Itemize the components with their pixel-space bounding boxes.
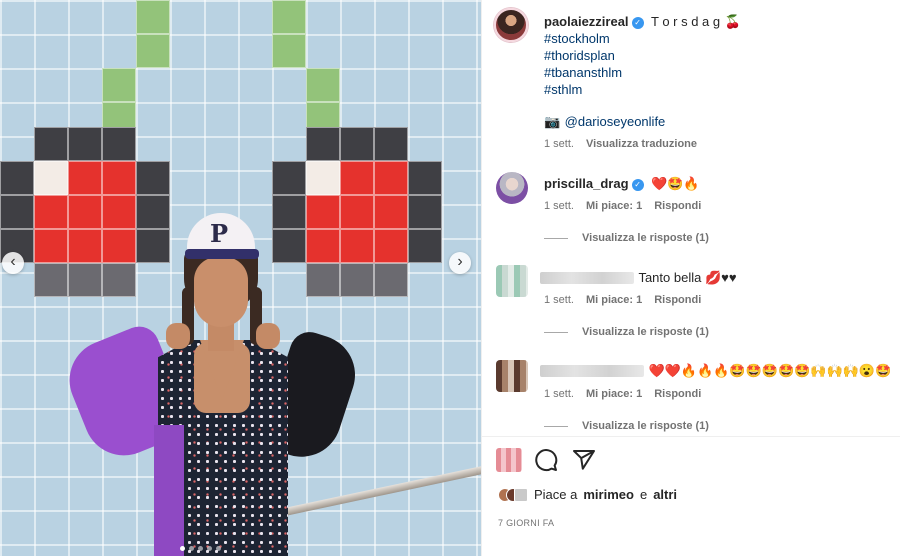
cherry-emoji: 🍒 <box>724 14 741 29</box>
post-date: 7 GIORNI FA <box>498 518 555 528</box>
comment-like-count[interactable]: Mi piace: 1 <box>586 200 642 212</box>
view-replies-button[interactable]: Visualizza le risposte (1) <box>544 420 709 432</box>
caption-meta: 1 sett. Visualizza traduzione <box>544 138 697 150</box>
hashtag-tbanansthlm[interactable]: #tbanansthlm <box>544 64 884 81</box>
carousel-dots <box>180 546 221 551</box>
credit-mention[interactable]: @darioseyeonlife <box>565 114 666 129</box>
likes-others[interactable]: altri <box>653 487 677 502</box>
comment-username[interactable]: priscilla_drag <box>544 176 629 191</box>
comment-text: Tanto bella 💋♥♥ <box>638 270 737 285</box>
post-photo[interactable]: P ‹ › <box>0 0 481 556</box>
comment-avatar[interactable] <box>496 172 528 204</box>
post-caption: paolaiezzireal ✓ T o r s d a g 🍒 #stockho… <box>544 14 884 130</box>
comment-icon[interactable] <box>534 448 558 472</box>
likes-prefix: Piace a <box>534 487 578 502</box>
comment-avatar[interactable] <box>496 265 528 297</box>
comment-body: Tanto bella 💋♥♥ <box>540 270 737 286</box>
comment-like-count[interactable]: Mi piace: 1 <box>586 294 642 306</box>
likes-conjunction: e <box>639 487 648 502</box>
liker-avatars <box>498 487 528 502</box>
hashtag-thoridsplan[interactable]: #thoridsplan <box>544 47 884 64</box>
comment-body: ❤️❤️🔥🔥🔥🤩🤩🤩🤩🤩🙌🙌🙌😮🤩 <box>540 363 891 379</box>
author-username[interactable]: paolaiezzireal <box>544 14 629 29</box>
verified-badge-icon: ✓ <box>631 179 644 191</box>
reply-button[interactable]: Rispondi <box>654 200 701 212</box>
cap-logo-letter: P <box>210 219 229 248</box>
next-arrow-icon[interactable]: › <box>449 252 471 274</box>
comment-meta: 1 sett. Mi piace: 1 Rispondi <box>544 294 701 306</box>
prev-arrow-icon[interactable]: ‹ <box>2 252 24 274</box>
liker-username[interactable]: mirimeo <box>583 487 634 502</box>
comment-time: 1 sett. <box>544 294 574 306</box>
blurred-username[interactable] <box>540 364 644 377</box>
comment-time: 1 sett. <box>544 388 574 400</box>
hashtag-stockholm[interactable]: #stockholm <box>544 30 884 47</box>
comment-text: ❤️❤️🔥🔥🔥🤩🤩🤩🤩🤩🙌🙌🙌😮🤩 <box>648 363 892 378</box>
view-replies-button[interactable]: Visualizza le risposte (1) <box>544 232 709 244</box>
view-replies-label: Visualizza le risposte (1) <box>582 326 709 338</box>
comments-panel: paolaiezzireal ✓ T o r s d a g 🍒 #stockho… <box>481 0 900 556</box>
view-replies-button[interactable]: Visualizza le risposte (1) <box>544 326 709 338</box>
comment-like-count[interactable]: Mi piace: 1 <box>586 388 642 400</box>
comment-text: ❤️🤩🔥 <box>651 176 700 191</box>
hashtag-sthlm[interactable]: #sthlm <box>544 81 884 98</box>
author-avatar[interactable] <box>494 8 528 42</box>
view-replies-label: Visualizza le risposte (1) <box>582 420 709 432</box>
woman-figure: P <box>57 205 370 556</box>
camera-emoji: 📷 <box>544 114 561 129</box>
reply-button[interactable]: Rispondi <box>654 388 701 400</box>
likes-summary[interactable]: Piace a mirimeo e altri <box>498 487 677 502</box>
comment-body: priscilla_drag ✓ ❤️🤩🔥 <box>544 176 700 192</box>
reply-button[interactable]: Rispondi <box>654 294 701 306</box>
comment-meta: 1 sett. Mi piace: 1 Rispondi <box>544 388 701 400</box>
share-icon[interactable] <box>572 448 596 472</box>
translate-link[interactable]: Visualizza traduzione <box>586 138 697 150</box>
blurred-username[interactable] <box>540 271 634 284</box>
like-heart-icon[interactable] <box>496 448 522 472</box>
comment-meta: 1 sett. Mi piace: 1 Rispondi <box>544 200 701 212</box>
comments-scroll-area[interactable]: paolaiezzireal ✓ T o r s d a g 🍒 #stockho… <box>482 0 900 436</box>
view-replies-label: Visualizza le risposte (1) <box>582 232 709 244</box>
comment-avatar[interactable] <box>496 360 528 392</box>
verified-badge-icon: ✓ <box>631 17 644 29</box>
caption-time: 1 sett. <box>544 138 574 150</box>
comment-time: 1 sett. <box>544 200 574 212</box>
caption-title: T o r s d a g <box>651 14 721 29</box>
